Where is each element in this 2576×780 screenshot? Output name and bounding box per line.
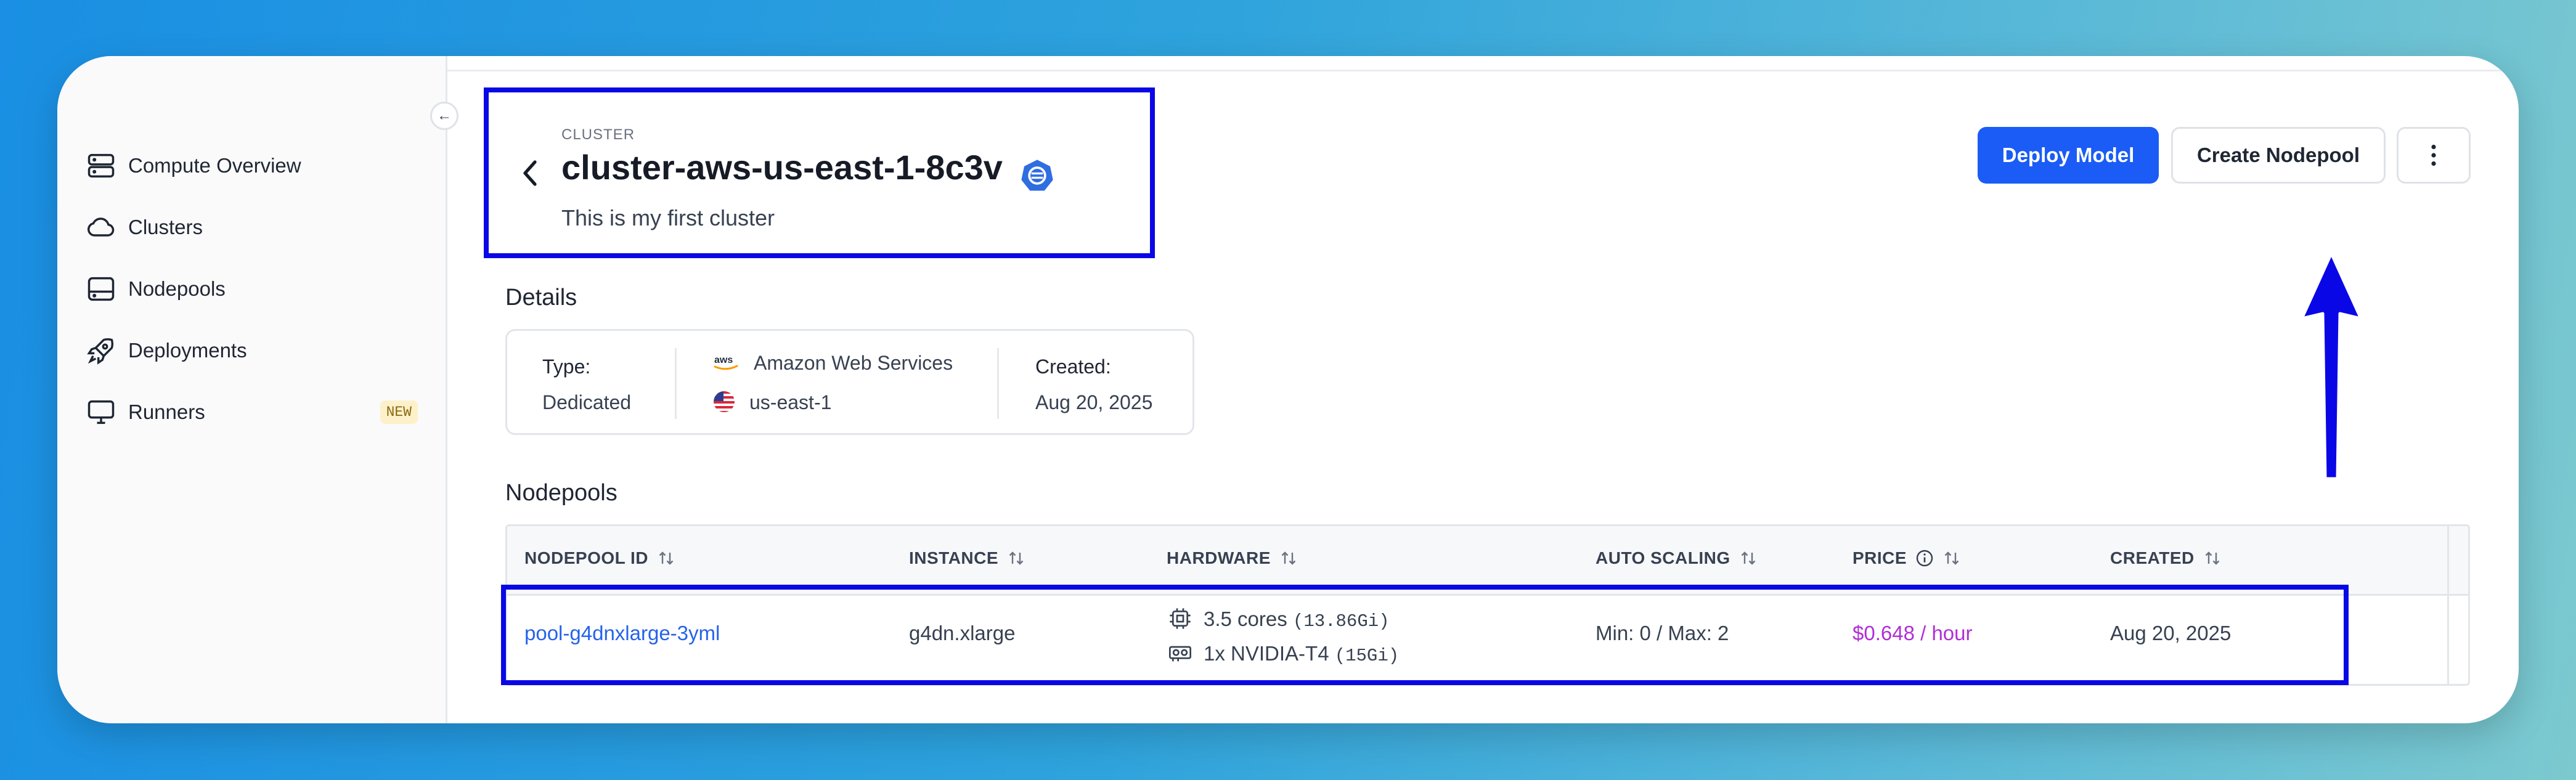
kubernetes-icon: [1021, 160, 1053, 191]
nodepools-title: Nodepools: [505, 480, 618, 506]
row-actions-button[interactable]: [2447, 596, 2468, 684]
sidebar-item-compute-overview[interactable]: Compute Overview: [85, 144, 418, 187]
created-label: Created:: [1035, 355, 1111, 378]
arrow-left-icon: ←: [437, 107, 452, 124]
created-value: Aug 20, 2025: [1035, 391, 1153, 413]
sidebar-item-nodepools[interactable]: Nodepools: [85, 267, 418, 311]
column-header-nodepool-id[interactable]: NODEPOOL ID: [524, 548, 675, 568]
server-stack-icon: [85, 150, 117, 182]
top-divider: [447, 70, 2519, 71]
column-header-auto-scaling[interactable]: AUTO SCALING: [1596, 548, 1758, 568]
sort-icon: [1281, 551, 1296, 565]
sidebar-item-label: Deployments: [128, 339, 247, 362]
sort-icon: [1944, 551, 1959, 565]
type-value: Dedicated: [542, 391, 632, 413]
monitor-icon: [85, 396, 117, 428]
deploy-model-button[interactable]: Deploy Model: [1978, 127, 2159, 184]
chevron-left-icon: [523, 160, 537, 186]
sidebar-item-runners[interactable]: Runners NEW: [85, 391, 418, 434]
sort-icon: [1741, 551, 1755, 565]
row-highlight-box: [501, 585, 2349, 685]
sidebar-item-label: Compute Overview: [128, 154, 301, 177]
drive-icon: [85, 273, 117, 305]
column-header-instance[interactable]: INSTANCE: [909, 548, 1025, 568]
page-eyebrow: CLUSTER: [561, 126, 635, 143]
info-icon: [1916, 550, 1933, 567]
provider-name: Amazon Web Services: [754, 352, 953, 374]
sort-icon: [659, 551, 674, 565]
create-nodepool-button[interactable]: Create Nodepool: [2171, 127, 2386, 184]
type-label: Type:: [542, 355, 591, 378]
column-header-price[interactable]: PRICE: [1853, 548, 1961, 568]
svg-text:aws: aws: [714, 355, 733, 365]
kebab-menu-icon: [2431, 144, 2436, 166]
column-header-created[interactable]: CREATED: [2110, 548, 2222, 568]
sidebar-item-label: Clusters: [128, 216, 203, 238]
cluster-description: This is my first cluster: [561, 205, 775, 230]
details-divider: [997, 348, 999, 419]
rocket-icon: [85, 335, 117, 367]
column-header-hardware[interactable]: HARDWARE: [1167, 548, 1298, 568]
cloud-icon: [85, 211, 117, 243]
sidebar-item-label: Nodepools: [128, 277, 226, 300]
region-value: us-east-1: [749, 391, 832, 413]
new-badge: NEW: [380, 400, 418, 424]
collapse-sidebar-button[interactable]: ←: [430, 102, 459, 130]
more-actions-button[interactable]: [2397, 127, 2471, 184]
page-title: cluster-aws-us-east-1-8c3v: [561, 148, 1003, 187]
us-flag-icon: [714, 391, 735, 412]
sort-icon: [2205, 551, 2220, 565]
sort-icon: [1009, 551, 1024, 565]
back-button[interactable]: [515, 155, 545, 192]
app-window: Compute Overview Clusters Nodepools Depl…: [57, 56, 2519, 723]
sidebar-item-deployments[interactable]: Deployments: [85, 329, 418, 372]
sidebar-item-clusters[interactable]: Clusters: [85, 206, 418, 249]
sidebar-item-label: Runners: [128, 400, 205, 423]
details-title: Details: [505, 285, 577, 311]
details-card: Type: Dedicated aws Amazon Web Services …: [505, 329, 1194, 435]
annotation-arrow-icon: [2300, 251, 2363, 481]
details-divider: [675, 348, 677, 419]
aws-logo-icon: aws: [714, 355, 738, 370]
sidebar: Compute Overview Clusters Nodepools Depl…: [57, 56, 447, 723]
